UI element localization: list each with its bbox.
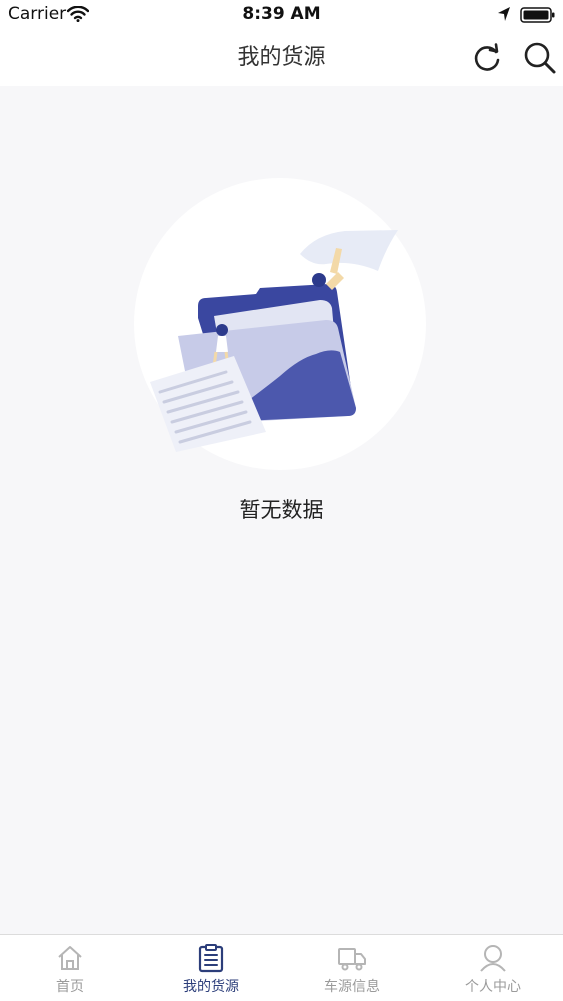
content-area: 暂无数据 <box>0 86 563 934</box>
battery-icon <box>520 6 556 29</box>
tab-profile[interactable]: 个人中心 <box>423 935 563 1001</box>
location-arrow-icon <box>497 6 511 27</box>
search-button[interactable] <box>523 41 557 75</box>
empty-folder-illustration <box>134 178 426 470</box>
clock: 8:39 AM <box>242 4 321 24</box>
empty-state-message: 暂无数据 <box>239 498 324 522</box>
person-icon <box>480 945 506 972</box>
clipboard-list-icon <box>198 944 224 973</box>
refresh-icon <box>474 43 500 71</box>
tab-vehicle-info[interactable]: 车源信息 <box>282 935 422 1001</box>
tab-label: 个人中心 <box>465 979 521 995</box>
home-icon <box>58 946 82 970</box>
tab-label: 车源信息 <box>324 979 380 995</box>
truck-icon <box>338 948 366 971</box>
tab-label: 我的货源 <box>183 979 239 995</box>
tab-my-cargo[interactable]: 我的货源 <box>141 935 281 1001</box>
tab-bar: 首页 我的货源 车源信息 个人中心 <box>0 934 563 1001</box>
refresh-button[interactable] <box>470 41 504 75</box>
tab-home[interactable]: 首页 <box>0 935 140 1001</box>
status-bar: Carrier 8:39 AM <box>0 0 563 30</box>
tab-label: 首页 <box>56 979 84 995</box>
search-icon <box>524 42 556 74</box>
navigation-bar: 我的货源 <box>0 30 563 86</box>
